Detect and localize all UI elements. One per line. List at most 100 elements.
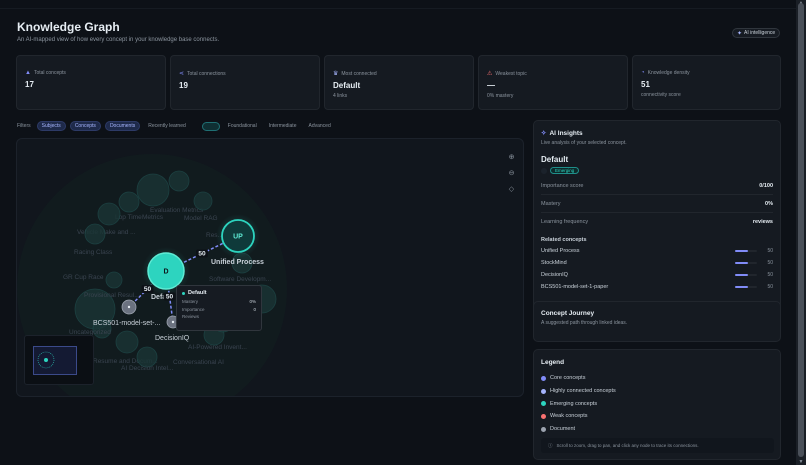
related-concept-name: StockMind bbox=[541, 260, 567, 266]
gauge-icon: ◔ bbox=[641, 70, 645, 76]
stat-value: 17 bbox=[25, 80, 34, 89]
stat-label: Total concepts bbox=[33, 70, 66, 76]
node-label: Unified Process bbox=[211, 259, 264, 266]
stat-card-total-connections: ⋖ Total connections 19 bbox=[170, 55, 320, 110]
graduation-cap-icon: ▲ bbox=[25, 70, 31, 76]
concept-dot bbox=[541, 167, 547, 174]
stat-label: Most connected bbox=[341, 70, 377, 77]
node-center-dot bbox=[171, 320, 175, 324]
warning-triangle-icon: ⚠ bbox=[487, 71, 493, 77]
level-chip-foundational[interactable]: Foundational bbox=[224, 121, 261, 131]
node-label: DecisionIQ bbox=[155, 335, 190, 342]
zoom-out-button[interactable]: ⊖ bbox=[506, 168, 517, 179]
related-strength-fill bbox=[735, 274, 749, 276]
related-concept-name: BCS501-model-set-1-paper bbox=[541, 284, 609, 290]
node-circle[interactable] bbox=[84, 223, 106, 245]
filter-chip-recently-learned[interactable]: Recently learned bbox=[144, 121, 190, 131]
crown-icon: ♛ bbox=[333, 71, 339, 77]
legend-item: Document bbox=[541, 423, 773, 436]
node-circle[interactable] bbox=[136, 173, 170, 207]
related-concept-name: Unified Process bbox=[541, 248, 580, 254]
graph-canvas-panel[interactable]: Evaluation Metrics Model RAG Lop Time Metri… bbox=[16, 138, 524, 397]
zoom-in-button[interactable]: ⊕ bbox=[506, 152, 517, 163]
scroll-down-arrow-icon[interactable]: ▼ bbox=[796, 459, 806, 465]
emerging-badge: Emerging bbox=[550, 167, 580, 174]
edge-weight-label: 50 bbox=[141, 285, 154, 293]
node-label: AI Decision Intel... bbox=[121, 365, 174, 372]
related-concept-row[interactable]: Unified Process 50 bbox=[541, 245, 773, 257]
tooltip-row-importance: Importance 0 bbox=[182, 306, 256, 312]
legend-item: Highly connected concepts bbox=[541, 385, 773, 398]
node-circle[interactable] bbox=[115, 330, 139, 354]
stat-card-total-concepts: ▲ Total concepts 17 bbox=[16, 55, 166, 110]
edge-weight-text: 50 bbox=[198, 251, 206, 258]
level-toggle[interactable] bbox=[201, 121, 220, 131]
tooltip-row-mastery: Mastery 0% bbox=[182, 299, 256, 304]
legend-title: Legend bbox=[541, 359, 565, 366]
node-circle[interactable] bbox=[97, 202, 121, 226]
filter-bar: Filters Subjects Concepts Documents Rece… bbox=[17, 121, 335, 131]
level-chip-advanced[interactable]: Advanced bbox=[304, 121, 334, 131]
legend-item-label: Emerging concepts bbox=[550, 400, 598, 407]
node-initial: UP bbox=[233, 234, 243, 241]
stat-value: — bbox=[487, 81, 495, 90]
legend-swatch bbox=[541, 413, 546, 419]
node-label: Model RAG bbox=[184, 215, 218, 222]
node-label: Conversational AI bbox=[173, 359, 224, 366]
legend-card: Legend Core concepts Highly connected con… bbox=[533, 349, 781, 460]
legend-item-label: Core concepts bbox=[550, 375, 586, 382]
top-bar bbox=[0, 0, 796, 9]
stat-label: Knowledge density bbox=[647, 70, 690, 76]
node-label: Software Developm... bbox=[209, 276, 271, 283]
brain-sparkle-icon: ✧ bbox=[541, 130, 547, 137]
zoom-in-icon: ⊕ bbox=[508, 154, 515, 161]
filter-chip-subjects[interactable]: Subjects bbox=[36, 121, 66, 131]
stat-value: 51 bbox=[641, 80, 650, 89]
node-circle[interactable] bbox=[168, 170, 190, 192]
node-circle[interactable] bbox=[118, 191, 140, 213]
minimap-viewport[interactable] bbox=[33, 346, 77, 375]
legend-item: Emerging concepts bbox=[541, 397, 773, 410]
node-initial: D bbox=[163, 269, 168, 276]
concept-journey-card: Concept Journey A suggested path through… bbox=[533, 301, 781, 342]
stat-card-most-connected: ♛ Most connected Default 4 links bbox=[324, 55, 474, 110]
reset-view-icon: ◇ bbox=[508, 186, 515, 193]
metric-learning-frequency: Learning frequency reviews bbox=[541, 219, 773, 225]
page-scrollbar[interactable]: ▲ ▼ bbox=[796, 0, 806, 465]
info-icon: ⓘ bbox=[548, 442, 553, 448]
minimap[interactable] bbox=[24, 335, 94, 385]
scroll-thumb[interactable] bbox=[798, 3, 804, 457]
node-label: Racing Class bbox=[74, 249, 113, 256]
related-concept-name: DecisionIQ bbox=[541, 272, 568, 278]
ai-badge-label: AI intelligence bbox=[744, 30, 776, 36]
journey-title: Concept Journey bbox=[541, 310, 595, 317]
related-concept-value: 50 bbox=[767, 248, 773, 254]
legend-list: Core concepts Highly connected concepts Em… bbox=[541, 372, 773, 435]
related-concept-row[interactable]: BCS501-model-set-1-paper 50 bbox=[541, 281, 773, 293]
related-concept-row[interactable]: StockMind 50 bbox=[541, 257, 773, 269]
related-strength-bar bbox=[735, 250, 757, 252]
filter-chip-concepts[interactable]: Concepts bbox=[69, 121, 101, 131]
ai-intelligence-badge: ✦ AI intelligence bbox=[732, 28, 781, 38]
node-circle[interactable] bbox=[193, 191, 213, 211]
filters-label: Filters bbox=[17, 123, 31, 129]
stat-sub: 0% mastery bbox=[487, 93, 514, 99]
edge-weight-text: 50 bbox=[166, 294, 174, 301]
edge-weight-label: 50 bbox=[196, 249, 208, 258]
legend-hint: ⓘ Scroll to zoom, drag to pan, and click… bbox=[541, 438, 774, 453]
page-title: Knowledge Graph bbox=[17, 20, 120, 34]
filter-chip-documents[interactable]: Documents bbox=[104, 121, 141, 131]
node-circle[interactable] bbox=[136, 346, 158, 368]
minimap-svg bbox=[37, 351, 55, 369]
node-circle[interactable] bbox=[105, 271, 123, 289]
legend-item-label: Document bbox=[550, 426, 576, 433]
legend-swatch bbox=[541, 375, 546, 381]
related-concepts-title: Related concepts bbox=[541, 237, 587, 243]
related-strength-bar bbox=[735, 262, 757, 264]
reset-view-button[interactable]: ◇ bbox=[506, 184, 517, 195]
related-concept-row[interactable]: DecisionIQ 50 bbox=[541, 269, 773, 281]
share-nodes-icon: ⋖ bbox=[179, 71, 185, 77]
legend-swatch bbox=[541, 388, 546, 394]
level-chip-intermediate[interactable]: Intermediate bbox=[265, 121, 301, 131]
insights-title: AI Insights bbox=[549, 129, 583, 137]
